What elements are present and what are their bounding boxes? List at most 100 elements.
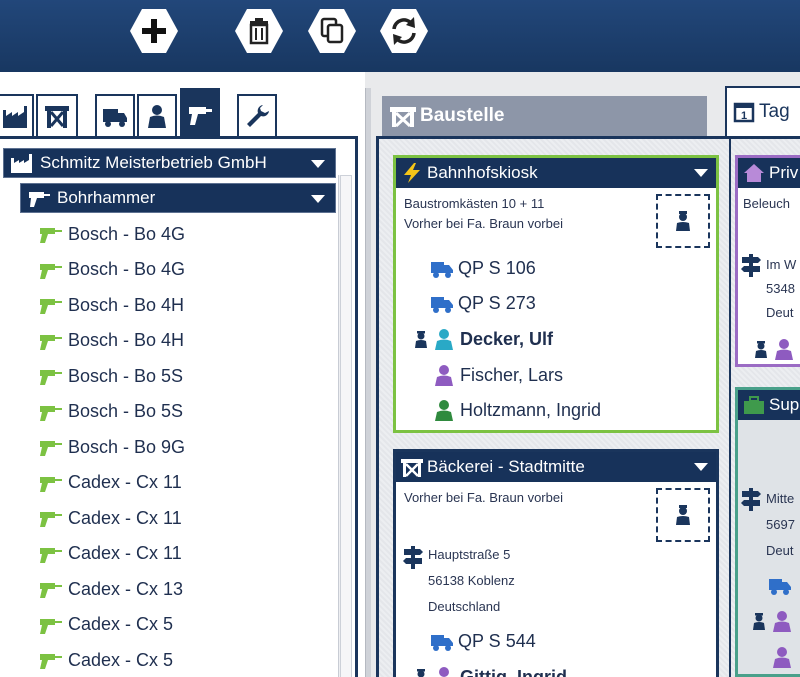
tab-tag-label: Tag [759, 101, 790, 122]
person-icon [148, 105, 166, 128]
top-toolbar [0, 0, 800, 72]
tree-group-company[interactable]: Schmitz Meisterbetrieb GmbH [3, 148, 336, 178]
drill-icon [189, 107, 212, 125]
tab-employees[interactable] [137, 94, 177, 136]
site-card-header[interactable]: Bäckerei - Stadtmitte [396, 452, 716, 482]
tree-scrollbar[interactable] [338, 175, 352, 677]
panel-splitter[interactable] [365, 88, 371, 677]
vehicle-row[interactable]: QP S 106 [430, 253, 536, 283]
tree-group-category[interactable]: Bohrhammer [20, 183, 336, 213]
person-icon [435, 329, 453, 350]
chevron-down-icon[interactable] [311, 195, 325, 203]
refresh-button[interactable] [378, 7, 430, 55]
site-card-baeckerei[interactable]: Bäckerei - Stadtmitte Vorher bei Fa. Bra… [393, 449, 719, 677]
tab-baustelle-label: Baustelle [420, 105, 505, 126]
chevron-down-icon[interactable] [694, 169, 708, 177]
tool-list-item[interactable]: Cadex - Cx 5 [38, 645, 173, 675]
tool-name: Bosch - Bo 5S [68, 401, 184, 421]
resource-tabs [0, 72, 365, 138]
tool-name: Bosch - Bo 4G [68, 223, 186, 244]
employee-row[interactable]: Holtzmann, Ingrid [432, 395, 601, 425]
tab-vehicles[interactable] [95, 94, 135, 136]
employee-row[interactable] [770, 642, 798, 672]
employee-row[interactable]: Gittig, Ingrid [412, 662, 567, 677]
trash-icon [235, 9, 283, 53]
tool-list-item[interactable]: Bosch - Bo 5S [38, 361, 183, 391]
site-card-header[interactable]: Sup [738, 390, 800, 420]
calendar-icon: 1 [733, 102, 755, 123]
board-column-1: Bahnhofskiosk Baustromkästen 10 + 11 Vor… [379, 139, 729, 677]
truck-icon [431, 297, 453, 313]
tab-companies[interactable] [0, 94, 34, 136]
scaffold-icon [401, 459, 423, 477]
site-note: Vorher bei Fa. Braun vorbei [404, 216, 563, 231]
lightning-icon [404, 163, 420, 183]
tool-list-item[interactable]: Bosch - Bo 5S [38, 397, 183, 427]
site-card-privat[interactable]: Priv Beleuch Im W 5348 Deut [735, 155, 800, 367]
tab-tools[interactable] [180, 88, 220, 138]
site-card-sup[interactable]: Sup Mitte 5697 Deut [735, 387, 800, 677]
tool-list-item[interactable]: Cadex - Cx 11 [38, 503, 182, 533]
site-card-bahnhofskiosk[interactable]: Bahnhofskiosk Baustromkästen 10 + 11 Vor… [393, 155, 719, 433]
tool-list-item[interactable]: Cadex - Cx 5 [38, 610, 173, 640]
tool-name: Bosch - Bo 4G [68, 259, 186, 279]
tab-scaffolds[interactable] [36, 94, 78, 136]
employee-row[interactable] [752, 334, 800, 364]
site-title: Bahnhofskiosk [427, 163, 538, 182]
planning-area: Baustelle 1 Tag Bahnhofskiosk Baustromkä… [372, 72, 800, 677]
truck-icon [431, 262, 453, 278]
person-icon [775, 339, 793, 360]
foreman-icon [755, 341, 767, 358]
tool-list-item[interactable]: Bosch - Bo 9G [38, 432, 185, 462]
site-address-street: Hauptstraße 5 [428, 547, 511, 562]
tool-list-item[interactable]: Cadex - Cx 11 [38, 539, 182, 569]
vehicle-row[interactable] [768, 570, 796, 600]
employee-row[interactable]: Fischer, Lars [432, 360, 563, 390]
drill-icon [40, 334, 62, 350]
employee-row[interactable]: Decker, Ulf [412, 324, 553, 354]
tab-baustelle[interactable]: Baustelle [382, 96, 707, 136]
foreman-icon [415, 331, 427, 348]
resource-panel: Schmitz Meisterbetrieb GmbH Bohrhammer B… [0, 72, 365, 677]
chevron-down-icon[interactable] [694, 463, 708, 471]
tab-tag[interactable]: 1 Tag [725, 86, 800, 136]
delete-button[interactable] [233, 7, 285, 55]
site-address-country: Deut [766, 305, 794, 320]
add-button[interactable] [128, 7, 180, 55]
vehicle-row[interactable]: QP S 544 [430, 626, 536, 656]
drill-icon [40, 299, 62, 314]
drill-icon [40, 618, 62, 634]
chevron-down-icon[interactable] [311, 160, 325, 168]
site-card-header[interactable]: Bahnhofskiosk [396, 158, 716, 188]
vehicle-plate: QP S 106 [458, 257, 536, 278]
tool-list-item[interactable]: Bosch - Bo 4H [38, 290, 184, 320]
site-card-header[interactable]: Priv [738, 158, 800, 188]
scaffold-icon [390, 107, 416, 128]
resource-tree: Schmitz Meisterbetrieb GmbH Bohrhammer B… [0, 136, 358, 677]
vehicle-row[interactable]: QP S 273 [430, 288, 536, 318]
tool-name: Cadex - Cx 11 [68, 472, 182, 492]
tab-equipment[interactable] [237, 94, 277, 136]
tool-list-item[interactable]: Cadex - Cx 13 [38, 574, 183, 604]
foreman-icon [676, 211, 690, 231]
drill-icon [40, 476, 62, 492]
site-address-country: Deut [766, 543, 794, 558]
assign-leader-dropzone[interactable] [656, 194, 710, 248]
site-note: Beleuch [743, 196, 790, 211]
tool-list-item[interactable]: Bosch - Bo 4H [38, 326, 184, 356]
tool-list-item[interactable]: Bosch - Bo 4G [38, 219, 185, 249]
tool-name: Bosch - Bo 4H [68, 330, 185, 350]
site-address-city: 5697 [766, 517, 795, 532]
drill-icon [40, 405, 62, 421]
drill-icon [40, 512, 62, 527]
tool-list-item[interactable]: Bosch - Bo 4G [38, 255, 185, 285]
foreman-icon [676, 505, 690, 525]
copy-button[interactable] [306, 7, 358, 55]
scrollbar-thumb[interactable] [340, 175, 352, 677]
drill-icon [40, 441, 62, 456]
assign-leader-dropzone[interactable] [656, 488, 710, 542]
tool-list-item[interactable]: Cadex - Cx 11 [38, 468, 182, 498]
scaffold-icon [45, 106, 69, 128]
employee-row[interactable] [750, 606, 798, 636]
site-note: Vorher bei Fa. Braun vorbei [404, 490, 563, 505]
